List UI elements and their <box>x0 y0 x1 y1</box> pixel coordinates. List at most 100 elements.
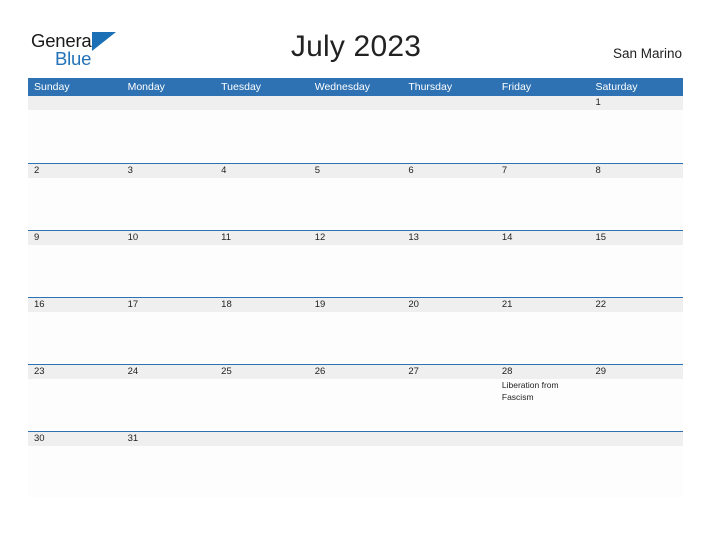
day-number[interactable]: 19 <box>309 298 403 312</box>
day-cell[interactable] <box>309 312 403 363</box>
day-number[interactable]: 8 <box>589 164 683 178</box>
day-number[interactable]: 25 <box>215 365 309 379</box>
day-cell[interactable] <box>122 110 216 161</box>
day-cell[interactable] <box>309 446 403 497</box>
weekday-header-saturday: Saturday <box>595 81 638 93</box>
day-number[interactable] <box>215 432 309 446</box>
day-cell[interactable] <box>496 446 590 497</box>
day-number[interactable]: 1 <box>589 96 683 110</box>
day-cell[interactable] <box>589 446 683 497</box>
day-number[interactable] <box>28 96 122 110</box>
day-cell[interactable] <box>215 245 309 296</box>
day-number[interactable] <box>215 96 309 110</box>
day-cell[interactable] <box>309 178 403 229</box>
day-cell[interactable] <box>589 312 683 363</box>
day-cell[interactable] <box>215 379 309 430</box>
day-cell[interactable] <box>402 446 496 497</box>
day-cell[interactable] <box>496 178 590 229</box>
day-number[interactable]: 6 <box>402 164 496 178</box>
day-number[interactable]: 2 <box>28 164 122 178</box>
day-cell[interactable] <box>122 312 216 363</box>
day-number[interactable]: 14 <box>496 231 590 245</box>
day-cell[interactable] <box>309 379 403 430</box>
day-cell[interactable] <box>122 245 216 296</box>
day-cell[interactable]: Liberation from Fascism <box>496 379 590 430</box>
week-body-band <box>28 178 683 229</box>
day-cell[interactable] <box>122 446 216 497</box>
day-number[interactable]: 10 <box>122 231 216 245</box>
day-cell[interactable] <box>402 110 496 161</box>
day-number[interactable]: 3 <box>122 164 216 178</box>
day-event: Liberation from Fascism <box>501 380 559 402</box>
day-number[interactable]: 18 <box>215 298 309 312</box>
day-number[interactable]: 20 <box>402 298 496 312</box>
day-cell[interactable] <box>402 312 496 363</box>
day-number[interactable]: 9 <box>28 231 122 245</box>
day-cell[interactable] <box>589 379 683 430</box>
week-body-band <box>28 110 683 161</box>
day-cell[interactable] <box>122 178 216 229</box>
page-header: General Blue July 2023 San Marino <box>0 0 712 76</box>
region-label: San Marino <box>612 46 682 61</box>
day-number[interactable]: 26 <box>309 365 403 379</box>
week-number-band: 1 <box>28 96 683 110</box>
weekday-header-thursday: Thursday <box>408 81 453 93</box>
day-number[interactable] <box>589 432 683 446</box>
day-number[interactable]: 21 <box>496 298 590 312</box>
day-cell[interactable] <box>589 245 683 296</box>
day-number[interactable] <box>496 96 590 110</box>
day-number[interactable] <box>309 96 403 110</box>
week-number-band: 30 31 <box>28 432 683 446</box>
day-cell[interactable] <box>28 178 122 229</box>
week-body-band <box>28 245 683 296</box>
day-cell[interactable] <box>215 110 309 161</box>
week-row: 1 <box>28 96 683 163</box>
day-cell[interactable] <box>28 379 122 430</box>
day-number[interactable]: 30 <box>28 432 122 446</box>
day-cell[interactable] <box>28 446 122 497</box>
week-body-band: Liberation from Fascism <box>28 379 683 430</box>
day-number[interactable]: 4 <box>215 164 309 178</box>
day-cell[interactable] <box>496 245 590 296</box>
day-number[interactable]: 27 <box>402 365 496 379</box>
day-number[interactable]: 12 <box>309 231 403 245</box>
day-cell[interactable] <box>496 110 590 161</box>
day-number[interactable]: 11 <box>215 231 309 245</box>
day-number[interactable]: 28 <box>496 365 590 379</box>
day-cell[interactable] <box>589 178 683 229</box>
day-number[interactable] <box>309 432 403 446</box>
day-cell[interactable] <box>402 245 496 296</box>
week-row: 30 31 <box>28 431 683 498</box>
day-cell[interactable] <box>28 110 122 161</box>
day-number[interactable]: 7 <box>496 164 590 178</box>
weekday-header-row: Sunday Monday Tuesday Wednesday Thursday… <box>28 78 683 96</box>
day-number[interactable]: 29 <box>589 365 683 379</box>
day-number[interactable]: 24 <box>122 365 216 379</box>
day-cell[interactable] <box>496 312 590 363</box>
day-cell[interactable] <box>309 110 403 161</box>
day-cell[interactable] <box>28 312 122 363</box>
day-cell[interactable] <box>402 178 496 229</box>
day-cell[interactable] <box>215 178 309 229</box>
day-number[interactable] <box>402 432 496 446</box>
day-number[interactable]: 5 <box>309 164 403 178</box>
day-number[interactable]: 17 <box>122 298 216 312</box>
day-number[interactable] <box>122 96 216 110</box>
day-cell[interactable] <box>309 245 403 296</box>
day-number[interactable]: 13 <box>402 231 496 245</box>
day-cell[interactable] <box>28 245 122 296</box>
day-cell[interactable] <box>122 379 216 430</box>
week-row: 23 24 25 26 27 28 29 Liberation from Fas… <box>28 364 683 431</box>
day-number[interactable]: 23 <box>28 365 122 379</box>
day-cell[interactable] <box>215 312 309 363</box>
day-number[interactable] <box>496 432 590 446</box>
day-cell[interactable] <box>215 446 309 497</box>
day-number[interactable] <box>402 96 496 110</box>
day-number[interactable]: 15 <box>589 231 683 245</box>
day-cell[interactable] <box>402 379 496 430</box>
day-number[interactable]: 22 <box>589 298 683 312</box>
day-number[interactable]: 16 <box>28 298 122 312</box>
day-number[interactable]: 31 <box>122 432 216 446</box>
week-number-band: 9 10 11 12 13 14 15 <box>28 231 683 245</box>
day-cell[interactable] <box>589 110 683 161</box>
